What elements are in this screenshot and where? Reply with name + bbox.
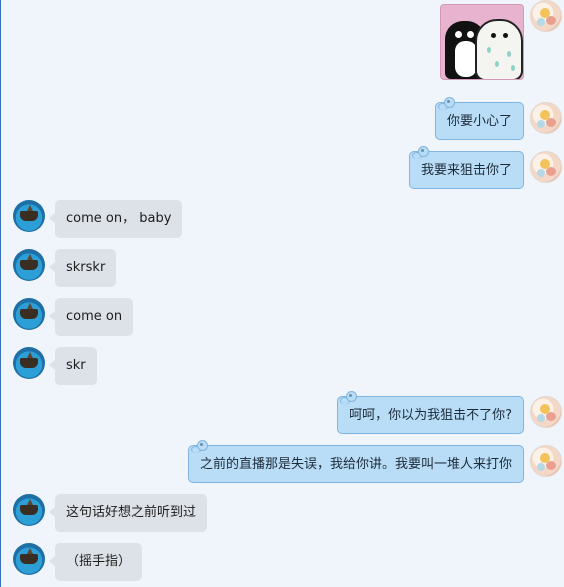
bubble-ear-decoration: [190, 440, 209, 453]
message-text: （摇手指）: [66, 554, 132, 569]
bubble-ear-decoration: [340, 391, 358, 404]
incoming-bubble[interactable]: （摇手指）: [48, 543, 143, 581]
seal-figure: [475, 19, 523, 79]
self-avatar[interactable]: [530, 0, 562, 32]
contact-avatar[interactable]: [13, 200, 45, 232]
bubble-ear-decoration: [437, 97, 456, 110]
outgoing-bubble[interactable]: 呵呵，你以为我狙击不了你?: [337, 391, 524, 434]
message-row-outgoing: 呵呵，你以为我狙击不了你?: [1, 391, 564, 436]
self-avatar[interactable]: [530, 396, 562, 428]
message-text: skr: [66, 358, 86, 373]
message-row-outgoing: 我要来狙击你了: [1, 146, 564, 191]
contact-avatar[interactable]: [13, 494, 45, 526]
message-row-incoming: come on: [1, 298, 564, 338]
message-row-incoming: skr: [1, 347, 564, 387]
message-text: come on: [66, 309, 123, 324]
chat-message-list[interactable]: 你要小心了 我要来狙击你了 come on， baby skrskr come …: [0, 0, 564, 587]
message-text: 这句话好想之前听到过: [66, 505, 197, 520]
incoming-bubble[interactable]: skr: [49, 347, 97, 385]
message-row-outgoing: 之前的直播那是失误，我给你讲。我要叫一堆人来打你: [1, 440, 564, 485]
message-text: 你要小心了: [446, 114, 512, 129]
incoming-bubble[interactable]: come on， baby: [48, 200, 183, 238]
message-row-incoming: skrskr: [1, 249, 564, 289]
contact-avatar[interactable]: [13, 347, 45, 379]
message-row-incoming: come on， baby: [1, 200, 564, 240]
incoming-bubble[interactable]: skrskr: [48, 249, 117, 287]
self-avatar[interactable]: [530, 151, 562, 183]
message-text: 我要来狙击你了: [420, 163, 512, 178]
bubble-ear-decoration: [411, 146, 430, 159]
message-row-outgoing: [1, 0, 564, 84]
message-row-outgoing: 你要小心了: [1, 97, 564, 142]
sticker-message[interactable]: [440, 4, 524, 80]
self-avatar[interactable]: [530, 102, 562, 134]
message-text: 呵呵，你以为我狙击不了你?: [349, 408, 512, 423]
outgoing-bubble[interactable]: 你要小心了: [434, 97, 524, 140]
message-text: 之前的直播那是失误，我给你讲。我要叫一堆人来打你: [199, 457, 512, 472]
contact-avatar[interactable]: [13, 249, 45, 281]
outgoing-bubble[interactable]: 之前的直播那是失误，我给你讲。我要叫一堆人来打你: [187, 440, 524, 483]
contact-avatar[interactable]: [13, 298, 45, 330]
incoming-bubble[interactable]: come on: [48, 298, 134, 336]
incoming-bubble[interactable]: 这句话好想之前听到过: [48, 494, 208, 532]
message-row-incoming: （摇手指）: [1, 543, 564, 583]
message-row-incoming: 这句话好想之前听到过: [1, 494, 564, 534]
self-avatar[interactable]: [530, 445, 562, 477]
message-text: come on， baby: [66, 211, 172, 226]
contact-avatar[interactable]: [13, 543, 45, 575]
message-text: skrskr: [66, 260, 106, 275]
outgoing-bubble[interactable]: 我要来狙击你了: [408, 146, 524, 189]
